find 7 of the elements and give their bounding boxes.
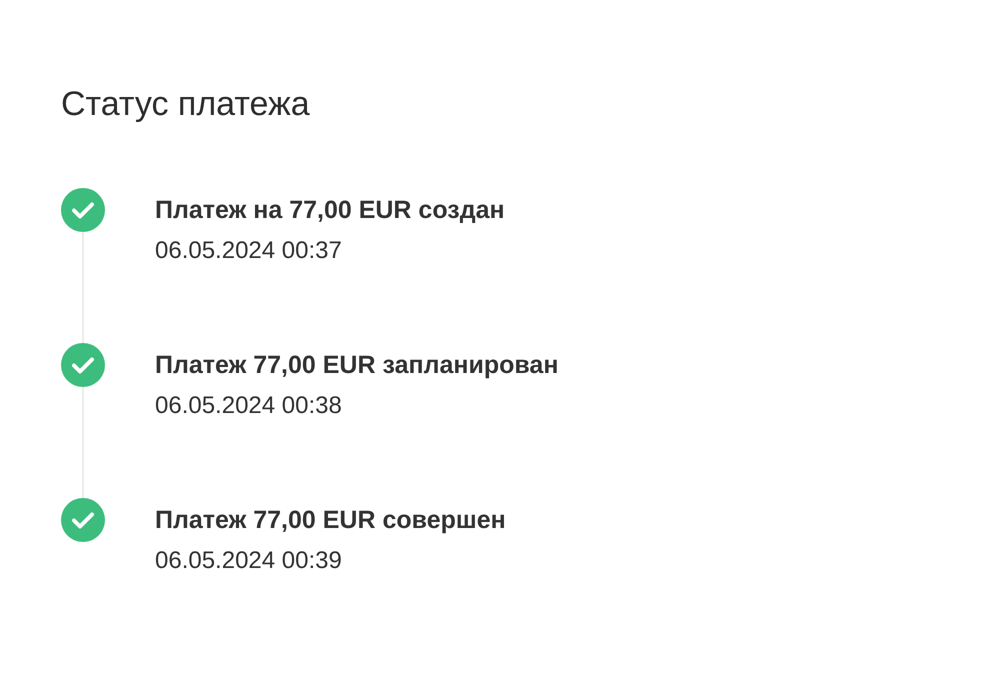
section-title: Статус платежа (61, 84, 310, 125)
step-time: 06.05.2024 00:38 (155, 391, 343, 421)
step-label: Платеж на 77,00 EUR создан (155, 195, 505, 226)
step-label: Платеж 77,00 EUR запланирован (155, 350, 558, 381)
step-label: Платеж 77,00 EUR совершен (155, 505, 506, 536)
step-time: 06.05.2024 00:37 (155, 236, 343, 266)
step-time: 06.05.2024 00:39 (155, 546, 343, 576)
